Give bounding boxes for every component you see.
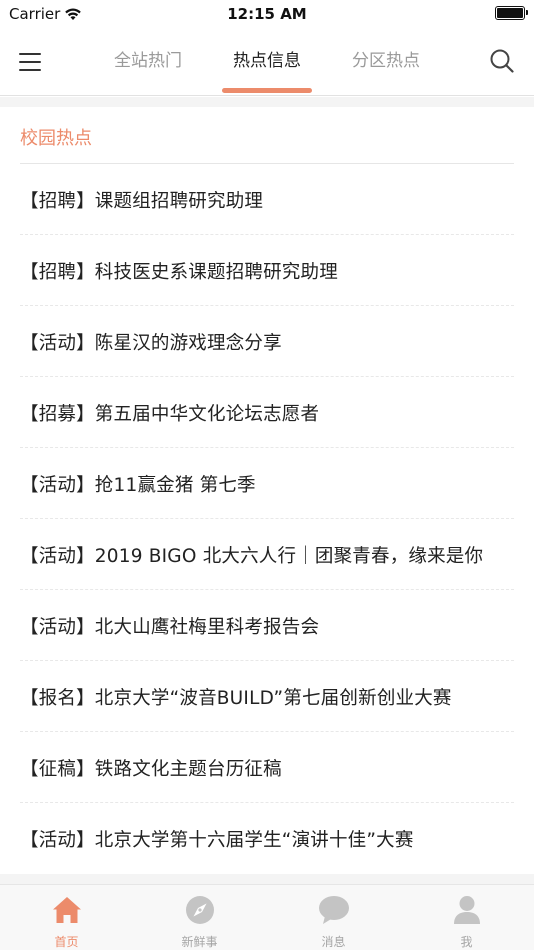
tab-hot-info[interactable]: 热点信息 bbox=[217, 46, 317, 71]
list-item[interactable]: 【活动】北京大学第十六届学生“演讲十佳”大赛 bbox=[0, 803, 534, 874]
list-item-title: 【征稿】铁路文化主题台历征稿 bbox=[20, 758, 282, 780]
list-item[interactable]: 【招聘】科技医史系课题招聘研究助理 bbox=[0, 235, 534, 306]
list-item[interactable]: 【活动】2019 BIGO 北大六人行｜团聚青春，缘来是你 bbox=[0, 519, 534, 590]
list-item-title: 【活动】2019 BIGO 北大六人行｜团聚青春，缘来是你 bbox=[20, 545, 484, 567]
top-nav-bar: 全站热门 热点信息 分区热点 bbox=[0, 28, 534, 96]
list-item[interactable]: 【活动】陈星汉的游戏理念分享 bbox=[0, 306, 534, 377]
hot-info-panel: 校园热点 【招聘】课题组招聘研究助理 【招聘】科技医史系课题招聘研究助理 【活动… bbox=[0, 107, 534, 874]
tab-section-hot[interactable]: 分区热点 bbox=[336, 46, 436, 71]
list-item[interactable]: 【报名】北京大学“波音BUILD”第七届创新创业大赛 bbox=[0, 661, 534, 732]
home-icon bbox=[51, 895, 83, 929]
tab-news-label: 新鲜事 bbox=[181, 935, 218, 949]
header-separator bbox=[0, 97, 534, 107]
app-screen: Carrier 12:15 AM 全站热门 热点信息 分区热点 校园热点 【招聘… bbox=[0, 0, 534, 950]
list-item-title: 【活动】北大山鹰社梅里科考报告会 bbox=[20, 616, 320, 638]
compass-icon bbox=[185, 895, 215, 929]
search-icon[interactable] bbox=[489, 48, 515, 78]
person-icon bbox=[453, 895, 481, 929]
tab-bar-separator bbox=[0, 874, 534, 884]
battery-icon bbox=[495, 6, 528, 20]
chat-bubble-icon bbox=[318, 895, 350, 929]
list-item[interactable]: 【招募】第五届中华文化论坛志愿者 bbox=[0, 377, 534, 448]
list-item-title: 【报名】北京大学“波音BUILD”第七届创新创业大赛 bbox=[20, 687, 452, 709]
tab-home[interactable]: 首页 bbox=[0, 885, 133, 950]
list-item[interactable]: 【征稿】铁路文化主题台历征稿 bbox=[0, 732, 534, 803]
menu-icon[interactable] bbox=[19, 51, 41, 71]
active-tab-indicator bbox=[222, 88, 312, 93]
list-item[interactable]: 【招聘】课题组招聘研究助理 bbox=[0, 164, 534, 235]
tab-me-label: 我 bbox=[460, 935, 473, 949]
bottom-tab-bar: 首页 新鲜事 消息 我 bbox=[0, 884, 534, 950]
list-item-title: 【招聘】课题组招聘研究助理 bbox=[20, 190, 264, 212]
section-title: 校园热点 bbox=[20, 128, 92, 149]
tab-me[interactable]: 我 bbox=[400, 885, 533, 950]
list-item-title: 【招聘】科技医史系课题招聘研究助理 bbox=[20, 261, 338, 283]
list-item[interactable]: 【活动】抢11赢金猪 第七季 bbox=[0, 448, 534, 519]
list-item-title: 【招募】第五届中华文化论坛志愿者 bbox=[20, 403, 320, 425]
tab-news[interactable]: 新鲜事 bbox=[133, 885, 266, 950]
tab-messages[interactable]: 消息 bbox=[267, 885, 400, 950]
tab-messages-label: 消息 bbox=[321, 935, 346, 949]
status-bar: Carrier 12:15 AM bbox=[0, 0, 534, 28]
list-item-title: 【活动】抢11赢金猪 第七季 bbox=[20, 474, 256, 496]
hot-topic-list: 【招聘】课题组招聘研究助理 【招聘】科技医史系课题招聘研究助理 【活动】陈星汉的… bbox=[0, 164, 534, 874]
list-item-title: 【活动】陈星汉的游戏理念分享 bbox=[20, 332, 282, 354]
list-item[interactable]: 【活动】北大山鹰社梅里科考报告会 bbox=[0, 590, 534, 661]
tab-site-hot[interactable]: 全站热门 bbox=[98, 46, 198, 71]
tab-home-label: 首页 bbox=[54, 935, 79, 949]
list-item-title: 【活动】北京大学第十六届学生“演讲十佳”大赛 bbox=[20, 829, 414, 851]
status-time: 12:15 AM bbox=[227, 5, 307, 23]
